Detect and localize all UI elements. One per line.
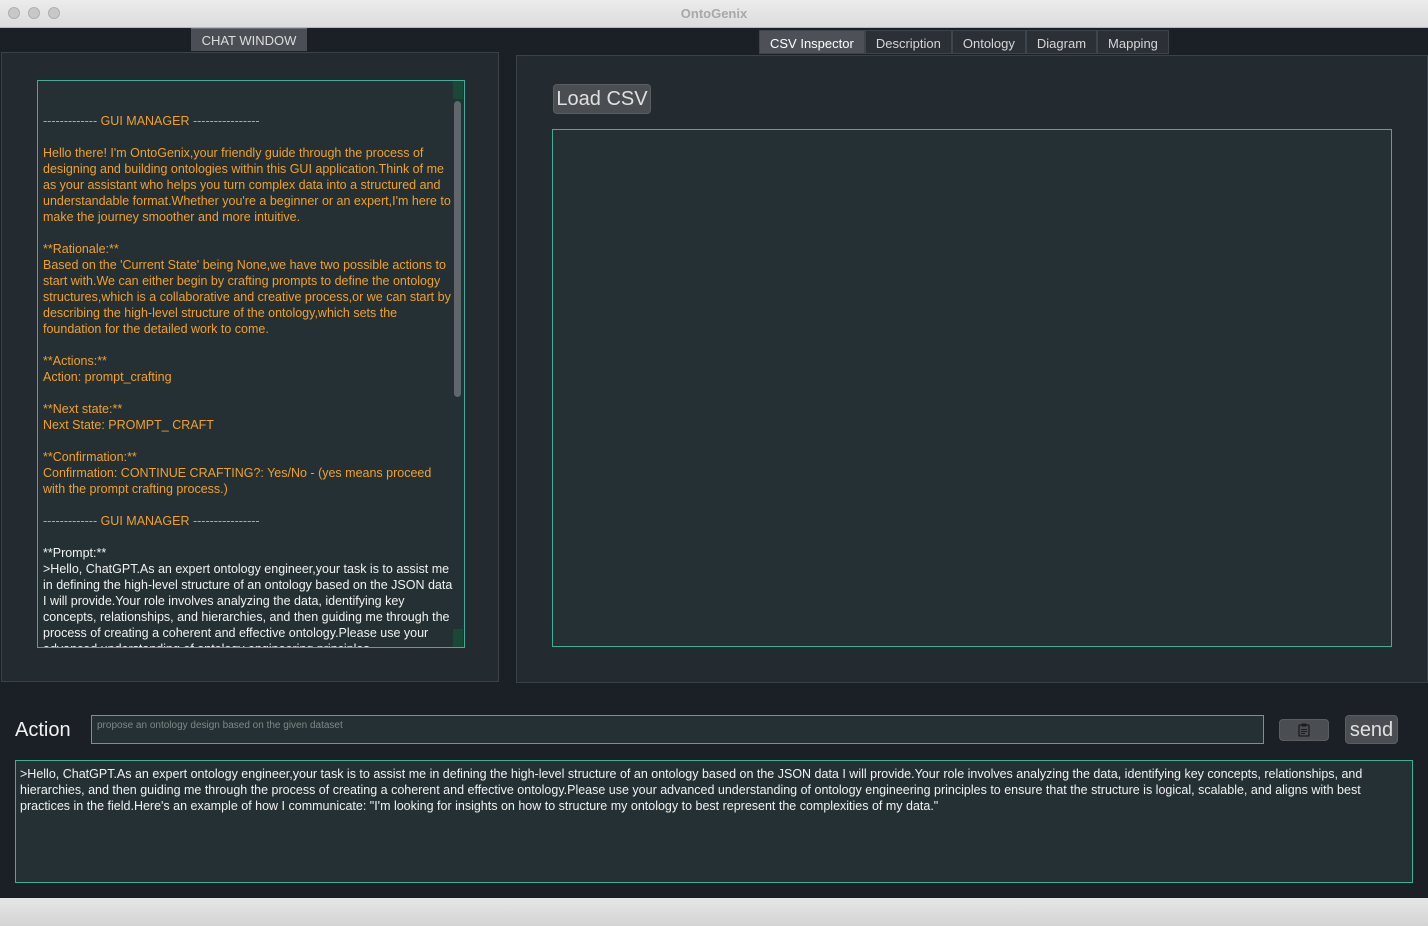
chat-line — [43, 433, 456, 449]
window-title: OntoGenix — [680, 6, 748, 21]
chat-line — [43, 497, 456, 513]
chat-line — [43, 385, 456, 401]
chat-line: **Prompt:** — [43, 546, 107, 560]
scroll-down-area[interactable] — [453, 629, 463, 647]
chat-scrollbar[interactable] — [453, 81, 463, 647]
chat-line — [43, 129, 456, 145]
chat-line: >Hello, ChatGPT.As an expert ontology en… — [43, 562, 453, 647]
main-area: CHAT WINDOW ------------- GUI MANAGER --… — [0, 28, 1428, 898]
chat-log-content: ------------- GUI MANAGER --------------… — [43, 113, 456, 647]
clipboard-icon — [1298, 723, 1310, 737]
chat-line: **Next state:** — [43, 402, 123, 416]
chat-line: ------------- GUI MANAGER --------------… — [43, 114, 260, 128]
action-label: Action — [15, 719, 71, 741]
title-bar: OntoGenix — [0, 0, 1428, 28]
chat-line: Based on the 'Current State' being None,… — [43, 258, 455, 336]
chat-line — [43, 529, 456, 545]
tab-mapping[interactable]: Mapping — [1097, 30, 1169, 54]
tab-ontology[interactable]: Ontology — [951, 30, 1026, 54]
chat-panel: ------------- GUI MANAGER --------------… — [1, 52, 499, 682]
chat-line — [43, 225, 456, 241]
csv-inspector-panel: Load CSV — [516, 55, 1428, 683]
chat-line: **Actions:** — [43, 354, 107, 368]
load-csv-button[interactable]: Load CSV — [553, 84, 651, 114]
inspector-tabs: CSV Inspector Description Ontology Diagram M… — [759, 30, 1169, 54]
tab-csv-inspector[interactable]: CSV Inspector — [759, 30, 865, 54]
clipboard-button[interactable] — [1279, 719, 1329, 741]
csv-view[interactable] — [552, 129, 1392, 647]
chat-line: Action: prompt_crafting — [43, 370, 172, 384]
chat-log[interactable]: ------------- GUI MANAGER --------------… — [37, 80, 465, 648]
chat-line: **Rationale:** — [43, 242, 119, 256]
chat-line — [43, 337, 456, 353]
tab-description[interactable]: Description — [864, 30, 952, 54]
action-input[interactable]: propose an ontology design based on the … — [91, 715, 1264, 744]
chat-scroll-thumb[interactable] — [454, 101, 461, 397]
chat-window-tab[interactable]: CHAT WINDOW — [191, 28, 307, 51]
status-bar — [0, 898, 1428, 926]
send-button[interactable]: send — [1345, 715, 1398, 744]
scroll-up-area[interactable] — [453, 81, 463, 99]
chat-line: **Confirmation:** — [43, 450, 137, 464]
prompt-output[interactable]: >Hello, ChatGPT.As an expert ontology en… — [15, 760, 1413, 883]
chat-line: Confirmation: CONTINUE CRAFTING?: Yes/No… — [43, 466, 435, 496]
chat-line: Next State: PROMPT_ CRAFT — [43, 418, 214, 432]
chat-line: Hello there! I'm OntoGenix,your friendly… — [43, 146, 455, 224]
tab-diagram[interactable]: Diagram — [1025, 30, 1098, 54]
chat-line: ------------- GUI MANAGER --------------… — [43, 514, 260, 528]
